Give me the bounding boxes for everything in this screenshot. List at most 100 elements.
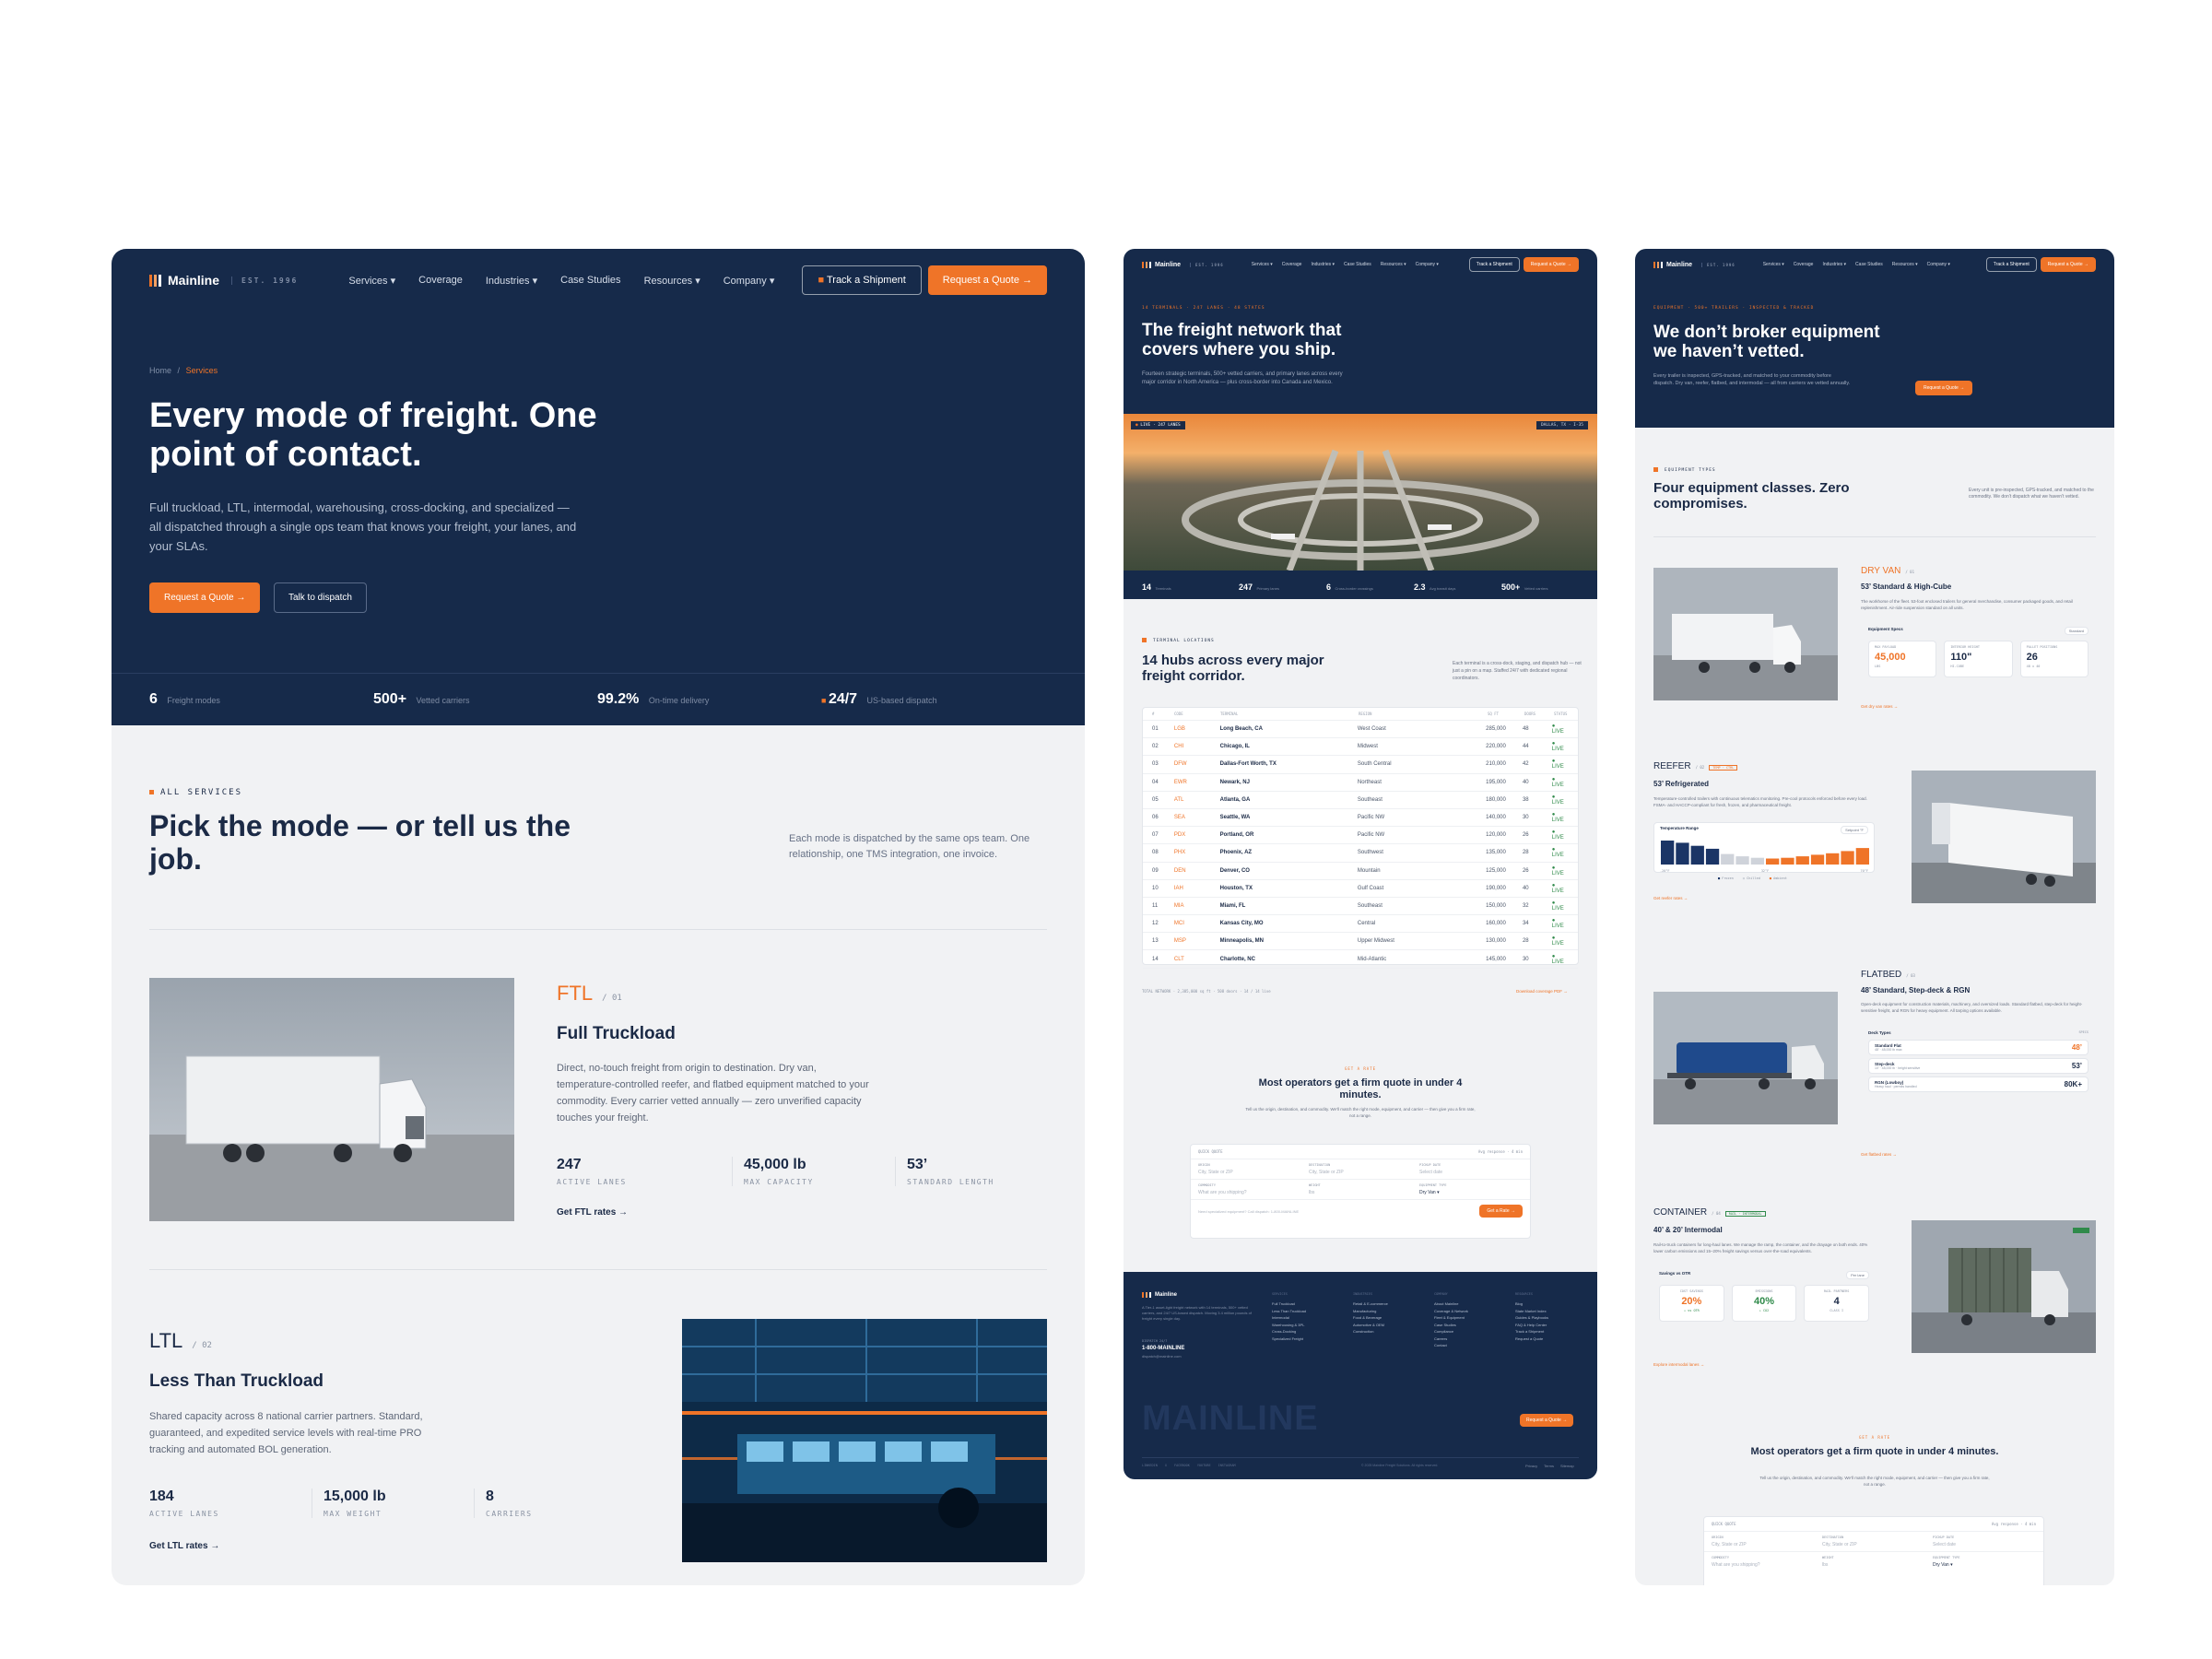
request-quote-button[interactable]: Request a Quote →	[2040, 257, 2096, 272]
nav-industries[interactable]: Industries ▾	[1311, 262, 1335, 267]
table-row[interactable]: 08 PHX Phoenix, AZ Southwest 135,000 28 ● LIVE	[1143, 844, 1578, 863]
nav-company[interactable]: Company ▾	[1416, 262, 1439, 267]
table-row[interactable]: 06 SEA Seattle, WA Pacific NW 140,000 30 ● LIV…	[1143, 809, 1578, 828]
footer-logo[interactable]: Mainline	[1142, 1292, 1177, 1298]
footer-link[interactable]: Fleet & Equipment	[1434, 1314, 1488, 1322]
track-shipment-button[interactable]: ■ Track a Shipment	[802, 265, 922, 295]
weight-field[interactable]: WEIGHT lbs	[1309, 1183, 1412, 1195]
destination-field[interactable]: DESTINATION City, State or ZIP	[1822, 1535, 1925, 1547]
table-row[interactable]: 05 ATL Atlanta, GA Southeast 180,000 38 ● LIVE	[1143, 792, 1578, 809]
nav-services[interactable]: Services ▾	[348, 275, 395, 287]
table-row[interactable]: 04 EWR Newark, NJ Northeast 195,000 40 ● LIVE	[1143, 774, 1578, 792]
date-field[interactable]: PICKUP DATE Select date	[1933, 1535, 2036, 1547]
download-pdf-link[interactable]: Download coverage PDF →	[1516, 989, 1568, 994]
nav-case-studies[interactable]: Case Studies	[560, 275, 620, 287]
social-link[interactable]: X	[1165, 1464, 1167, 1467]
social-link[interactable]: FACEBOOK	[1174, 1464, 1190, 1467]
social-link[interactable]: INSTAGRAM	[1218, 1464, 1236, 1467]
hero-quote-button[interactable]: Request a Quote →	[149, 582, 261, 613]
get-rate-button[interactable]: Get a Rate →	[1479, 1205, 1523, 1218]
footer-link[interactable]: Automotive & OEM	[1353, 1322, 1406, 1329]
equipment-select[interactable]: EQUIPMENT TYPE Dry Van ▾	[1933, 1556, 2036, 1568]
footer-link[interactable]: Full Truckload	[1272, 1300, 1325, 1308]
ltl-rates-link[interactable]: Get LTL rates →	[149, 1541, 219, 1551]
date-field[interactable]: PICKUP DATE Select date	[1419, 1163, 1523, 1175]
footer-link[interactable]: Food & Beverage	[1353, 1314, 1406, 1322]
weight-field[interactable]: WEIGHT lbs	[1822, 1556, 1925, 1568]
footer-link[interactable]: State Market Index	[1515, 1308, 1569, 1315]
nav-services[interactable]: Services ▾	[1763, 262, 1784, 267]
sitemap-link[interactable]: Sitemap	[1560, 1464, 1574, 1468]
nav-coverage[interactable]: Coverage	[1282, 262, 1302, 267]
destination-field[interactable]: DESTINATION City, State or ZIP	[1309, 1163, 1412, 1175]
nav-coverage[interactable]: Coverage	[1794, 262, 1814, 267]
footer-link[interactable]: Cross-Docking	[1272, 1328, 1325, 1335]
nav-resources[interactable]: Resources ▾	[644, 275, 700, 287]
nav-case-studies[interactable]: Case Studies	[1855, 262, 1883, 267]
brand-logo[interactable]: Mainline EST. 1996	[149, 273, 298, 288]
terms-link[interactable]: Terms	[1544, 1464, 1554, 1468]
table-row[interactable]: 09 DEN Denver, CO Mountain 125,000 26 ● LIVE	[1143, 863, 1578, 880]
nav-resources[interactable]: Resources ▾	[1381, 262, 1406, 267]
equipment-quote-button[interactable]: Request a Quote →	[1915, 381, 1973, 395]
dryvan-rates-link[interactable]: Get dry van rates →	[1861, 704, 1898, 709]
table-row[interactable]: 10 IAH Houston, TX Gulf Coast 190,000 40 ● LIV…	[1143, 880, 1578, 898]
table-row[interactable]: 14 CLT Charlotte, NC Mid-Atlantic 145,000 30 ●…	[1143, 950, 1578, 969]
privacy-link[interactable]: Privacy	[1525, 1464, 1537, 1468]
footer-link[interactable]: FAQ & Help Center	[1515, 1322, 1569, 1329]
social-link[interactable]: LINKEDIN	[1142, 1464, 1158, 1467]
flatbed-rates-link[interactable]: Get flatbed rates →	[1861, 1152, 1897, 1157]
footer-quote-button[interactable]: Request a Quote →	[1520, 1414, 1574, 1427]
table-row[interactable]: 01 LGB Long Beach, CA West Coast 285,000 48 ● …	[1143, 721, 1578, 739]
brand-logo[interactable]: Mainline EST. 1996	[1142, 261, 1224, 268]
commodity-field[interactable]: COMMODITY What are you shipping?	[1712, 1556, 1815, 1568]
chart-toggle[interactable]: Setpoint °F	[1841, 826, 1868, 834]
footer-link[interactable]: Warehousing & 3PL	[1272, 1322, 1325, 1329]
request-quote-button[interactable]: Request a Quote →	[1523, 257, 1579, 272]
footer-link[interactable]: Intermodal	[1272, 1314, 1325, 1322]
table-row[interactable]: 07 PDX Portland, OR Pacific NW 120,000 26 ● LI…	[1143, 827, 1578, 845]
nav-resources[interactable]: Resources ▾	[1892, 262, 1918, 267]
commodity-field[interactable]: COMMODITY What are you shipping?	[1198, 1183, 1301, 1195]
footer-link[interactable]: About Mainline	[1434, 1300, 1488, 1308]
footer-link[interactable]: Track a Shipment	[1515, 1328, 1569, 1335]
nav-services[interactable]: Services ▾	[1252, 262, 1273, 267]
track-shipment-button[interactable]: Track a Shipment	[1468, 257, 1520, 272]
ftl-rates-link[interactable]: Get FTL rates →	[557, 1207, 628, 1218]
nav-company[interactable]: Company ▾	[1927, 262, 1950, 267]
track-shipment-button[interactable]: Track a Shipment	[1985, 257, 2037, 272]
nav-coverage[interactable]: Coverage	[418, 275, 463, 287]
brand-logo[interactable]: Mainline EST. 1996	[1653, 261, 1735, 268]
footer-phone[interactable]: 1-800-MAINLINE	[1142, 1346, 1184, 1351]
intermodal-link[interactable]: Explore intermodal lanes →	[1653, 1362, 1704, 1367]
talk-dispatch-button[interactable]: Talk to dispatch	[274, 582, 367, 613]
footer-link[interactable]: Less Than Truckload	[1272, 1308, 1325, 1315]
footer-link[interactable]: Blog	[1515, 1300, 1569, 1308]
savings-toggle[interactable]: Per lane	[1846, 1271, 1869, 1279]
footer-link[interactable]: Request a Quote	[1515, 1335, 1569, 1343]
origin-field[interactable]: ORIGIN City, State or ZIP	[1712, 1535, 1815, 1547]
table-row[interactable]: 13 MSP Minneapolis, MN Upper Midwest 130,000…	[1143, 933, 1578, 951]
table-row[interactable]: 03 DFW Dallas-Fort Worth, TX South Central 2…	[1143, 756, 1578, 774]
nav-company[interactable]: Company ▾	[724, 275, 775, 287]
footer-link[interactable]: Careers	[1434, 1335, 1488, 1343]
footer-link[interactable]: Contact	[1434, 1342, 1488, 1349]
social-link[interactable]: YOUTUBE	[1197, 1464, 1211, 1467]
nav-industries[interactable]: Industries ▾	[486, 275, 537, 287]
origin-field[interactable]: ORIGIN City, State or ZIP	[1198, 1163, 1301, 1175]
table-row[interactable]: 11 MIA Miami, FL Southeast 150,000 32 ● LIVE	[1143, 898, 1578, 916]
request-quote-button[interactable]: Request a Quote →	[927, 265, 1047, 295]
footer-link[interactable]: Case Studies	[1434, 1322, 1488, 1329]
table-row[interactable]: 12 MCI Kansas City, MO Central 160,000 34 ● LI…	[1143, 915, 1578, 934]
footer-link[interactable]: Guides & Playbooks	[1515, 1314, 1569, 1322]
footer-email[interactable]: dispatch@mainline.com	[1142, 1354, 1182, 1359]
equipment-select[interactable]: EQUIPMENT TYPE Dry Van ▾	[1419, 1183, 1523, 1195]
specs-toggle[interactable]: Standard	[2064, 627, 2088, 635]
footer-link[interactable]: Retail & E-commerce	[1353, 1300, 1406, 1308]
nav-case-studies[interactable]: Case Studies	[1344, 262, 1371, 267]
breadcrumb-home[interactable]: Home	[149, 366, 171, 375]
footer-link[interactable]: Coverage & Network	[1434, 1308, 1488, 1315]
footer-link[interactable]: Manufacturing	[1353, 1308, 1406, 1315]
table-row[interactable]: 02 CHI Chicago, IL Midwest 220,000 44 ● LIVE	[1143, 738, 1578, 757]
reefer-rates-link[interactable]: Get reefer rates →	[1653, 896, 1688, 900]
